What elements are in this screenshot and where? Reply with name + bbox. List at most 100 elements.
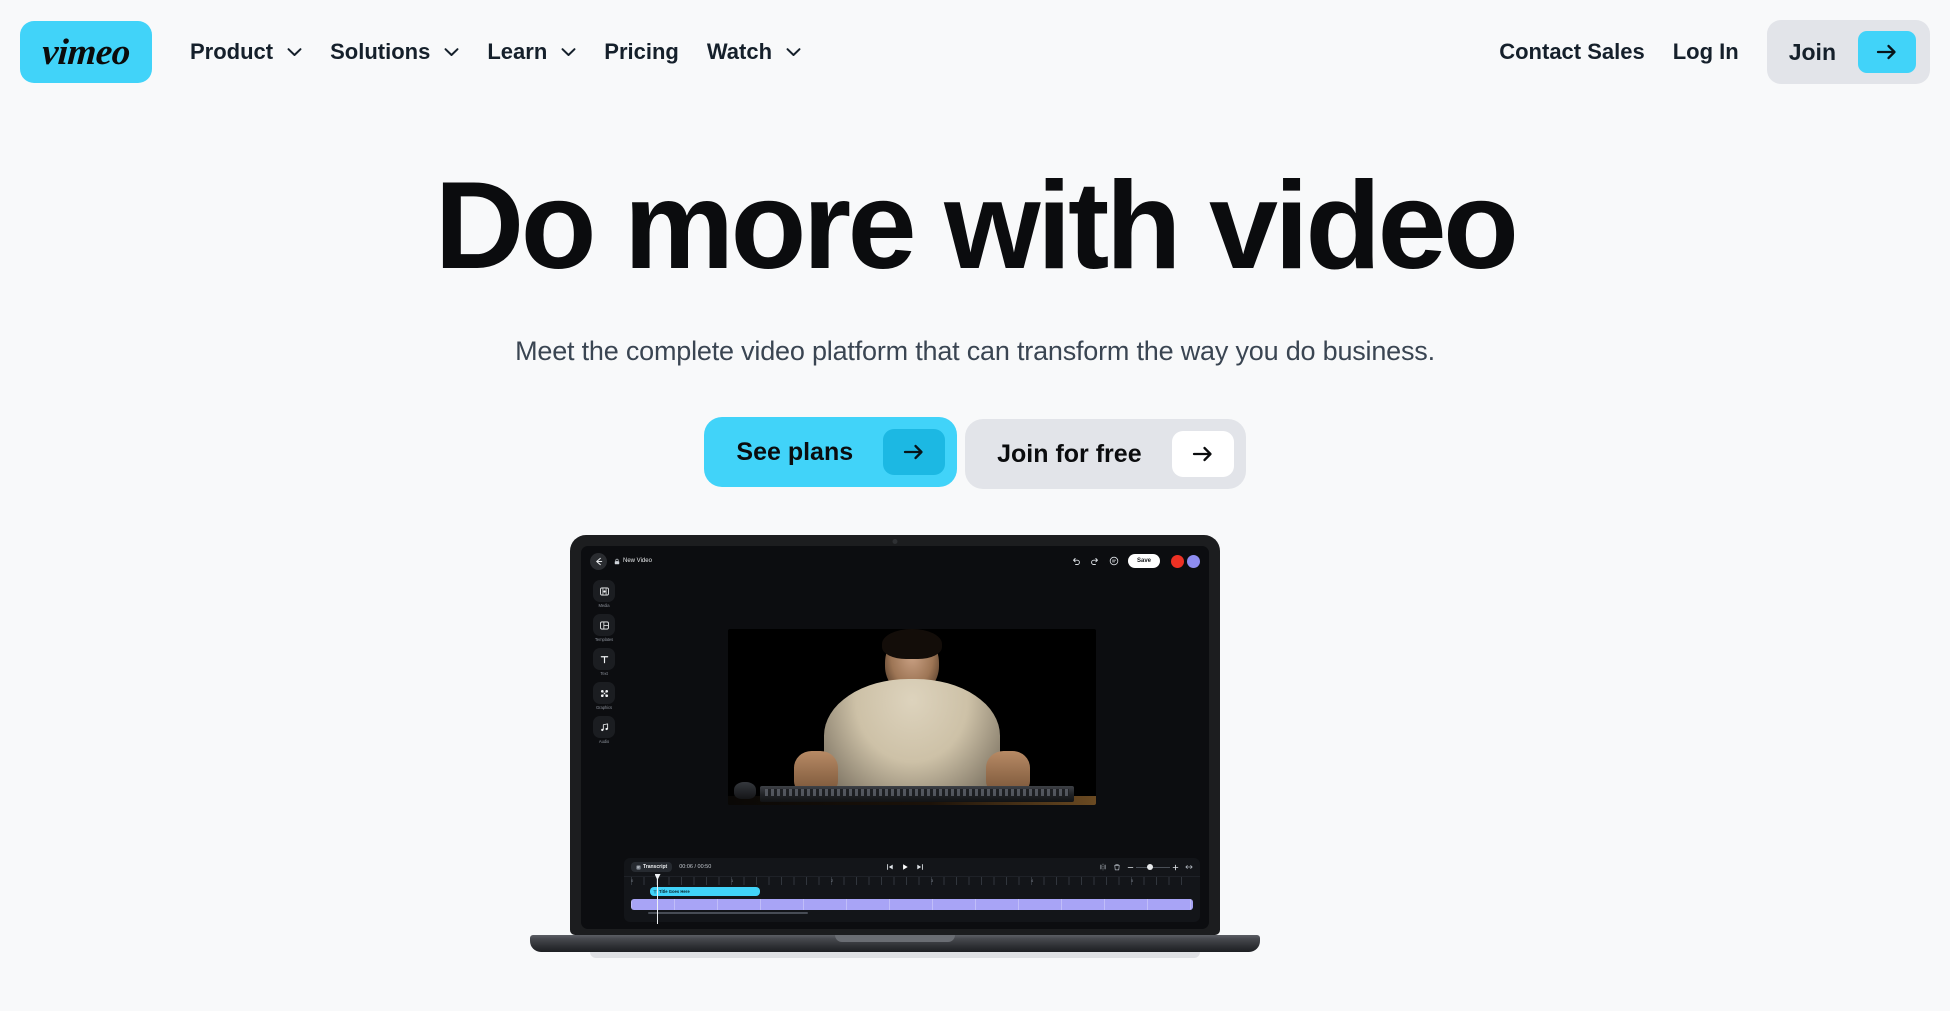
join-for-free-button[interactable]: Join for free (965, 419, 1246, 489)
hero-section: Do more with video Meet the complete vid… (0, 104, 1950, 489)
fit-to-screen-icon[interactable] (1185, 863, 1193, 871)
video-keyboard (760, 786, 1074, 802)
arrow-right-icon (1171, 431, 1234, 477)
undo-icon[interactable] (1071, 556, 1081, 566)
zoom-slider-handle[interactable] (1147, 864, 1153, 870)
nav-item-learn-label: Learn (487, 39, 548, 64)
editor-body: Media Templates Text Graphics Audio Tran… (581, 576, 1209, 929)
video-subject-body (824, 679, 1000, 797)
transcript-button[interactable]: Transcript (631, 862, 673, 872)
plus-icon[interactable] (1172, 864, 1179, 871)
avatar[interactable] (1171, 554, 1184, 568)
media-icon (593, 580, 615, 602)
nav-actions: Contact Sales Log In Join (1485, 20, 1930, 84)
editor-tool-sidebar: Media Templates Text Graphics Audio (590, 576, 618, 924)
sidebar-item-media[interactable]: Media (593, 580, 615, 608)
ruler-label: 3 (931, 878, 934, 883)
zoom-slider-track[interactable] (1136, 864, 1170, 870)
hero-cta-row: See plans Join for free (0, 415, 1950, 489)
ruler-ticks (631, 877, 1193, 885)
nav-item-pricing-label: Pricing (604, 39, 679, 64)
transcript-button-label: Transcript (643, 864, 668, 870)
sidebar-item-text-label: Text (600, 671, 608, 676)
transcript-icon (636, 864, 641, 870)
laptop-screen-bezel: New Video Save Media Templates Text Grap… (570, 535, 1220, 935)
split-icon[interactable] (1099, 863, 1107, 871)
timeline-scrollbar[interactable] (648, 912, 808, 914)
arrow-right-icon[interactable] (1858, 31, 1916, 73)
video-mouse (734, 782, 756, 799)
sidebar-item-templates[interactable]: Templates (593, 614, 615, 642)
timeline-text-clip-label: Title Goes Here (659, 889, 690, 894)
nav-item-watch[interactable]: Watch (693, 31, 815, 73)
sidebar-item-audio[interactable]: Audio (593, 716, 615, 744)
editor-top-bar-actions: Save (1071, 554, 1200, 568)
ruler-label: 1 (731, 878, 734, 883)
video-preview-stage (624, 576, 1200, 858)
timecode-display: 00:06 / 00:50 (679, 864, 712, 870)
join-button-group[interactable]: Join (1766, 20, 1930, 84)
minus-icon[interactable] (1127, 864, 1134, 871)
editor-top-bar: New Video Save (581, 546, 1209, 576)
comment-icon[interactable] (1109, 556, 1119, 566)
timeline-tracks: Title Goes Here (624, 876, 1200, 924)
timeline-toolbar: Transcript 00:06 / 00:50 (624, 858, 1200, 876)
sidebar-item-media-label: Media (598, 603, 610, 608)
graphics-icon (593, 682, 615, 704)
playhead[interactable] (657, 876, 658, 924)
nav-item-solutions[interactable]: Solutions (316, 31, 473, 73)
timeline-zoom-slider[interactable] (1127, 864, 1179, 871)
join-for-free-label: Join for free (997, 439, 1142, 468)
timeline-text-clip[interactable]: Title Goes Here (650, 887, 760, 896)
laptop-shadow (590, 952, 1200, 958)
editor-preview-column: Transcript 00:06 / 00:50 0 1 2 3 4 5 Tit… (624, 576, 1200, 924)
play-icon[interactable] (901, 863, 909, 871)
sidebar-item-graphics[interactable]: Graphics (593, 682, 615, 710)
vimeo-logo-text: vimeo (40, 31, 132, 73)
video-preview[interactable] (728, 629, 1096, 805)
avatar[interactable] (1187, 554, 1200, 568)
chevron-down-icon (786, 47, 801, 57)
sidebar-item-templates-label: Templates (594, 637, 614, 642)
ruler-label: 2 (831, 878, 834, 883)
ruler-label: 4 (1031, 878, 1034, 883)
trash-icon[interactable] (1113, 863, 1121, 871)
sidebar-item-audio-label: Audio (598, 739, 610, 744)
log-in-link[interactable]: Log In (1659, 31, 1753, 73)
see-plans-button[interactable]: See plans (704, 417, 958, 487)
nav-item-pricing[interactable]: Pricing (590, 31, 693, 73)
skip-next-icon[interactable] (916, 863, 924, 871)
timeline-right-controls (1099, 863, 1193, 871)
ruler-label: 0 (631, 878, 634, 883)
hero-subtitle: Meet the complete video platform that ca… (515, 336, 1435, 366)
nav-item-product-label: Product (190, 39, 274, 64)
video-subject-hair (882, 629, 942, 659)
redo-icon[interactable] (1090, 556, 1100, 566)
nav-item-learn[interactable]: Learn (473, 31, 590, 73)
vimeo-logo[interactable]: vimeo (20, 21, 152, 83)
chevron-down-icon (561, 47, 576, 57)
audio-icon (593, 716, 615, 738)
timeline-ruler[interactable]: 0 1 2 3 4 5 (624, 876, 1200, 885)
chevron-down-icon (287, 47, 302, 57)
contact-sales-link[interactable]: Contact Sales (1485, 31, 1659, 73)
save-button[interactable]: Save (1127, 554, 1160, 568)
timeline-video-clip[interactable] (631, 899, 1193, 910)
video-editor-app: New Video Save Media Templates Text Grap… (581, 546, 1209, 929)
video-keyboard-keys (765, 789, 1069, 796)
lock-icon (614, 558, 620, 565)
sidebar-item-text[interactable]: Text (593, 648, 615, 676)
skip-previous-icon[interactable] (886, 863, 894, 871)
nav-item-product[interactable]: Product (176, 31, 316, 73)
nav-item-watch-label: Watch (706, 39, 773, 64)
document-name[interactable]: New Video (614, 558, 652, 565)
page-title: Do more with video (434, 157, 1519, 295)
see-plans-label: See plans (736, 437, 854, 466)
top-navigation-bar: vimeo Product Solutions Learn Pricing Wa… (0, 0, 1950, 104)
collaborator-avatars (1171, 554, 1200, 568)
back-button[interactable] (590, 552, 607, 570)
laptop-base (530, 935, 1260, 952)
templates-icon (593, 614, 615, 636)
document-name-text: New Video (623, 558, 652, 564)
camera-icon (892, 539, 898, 544)
